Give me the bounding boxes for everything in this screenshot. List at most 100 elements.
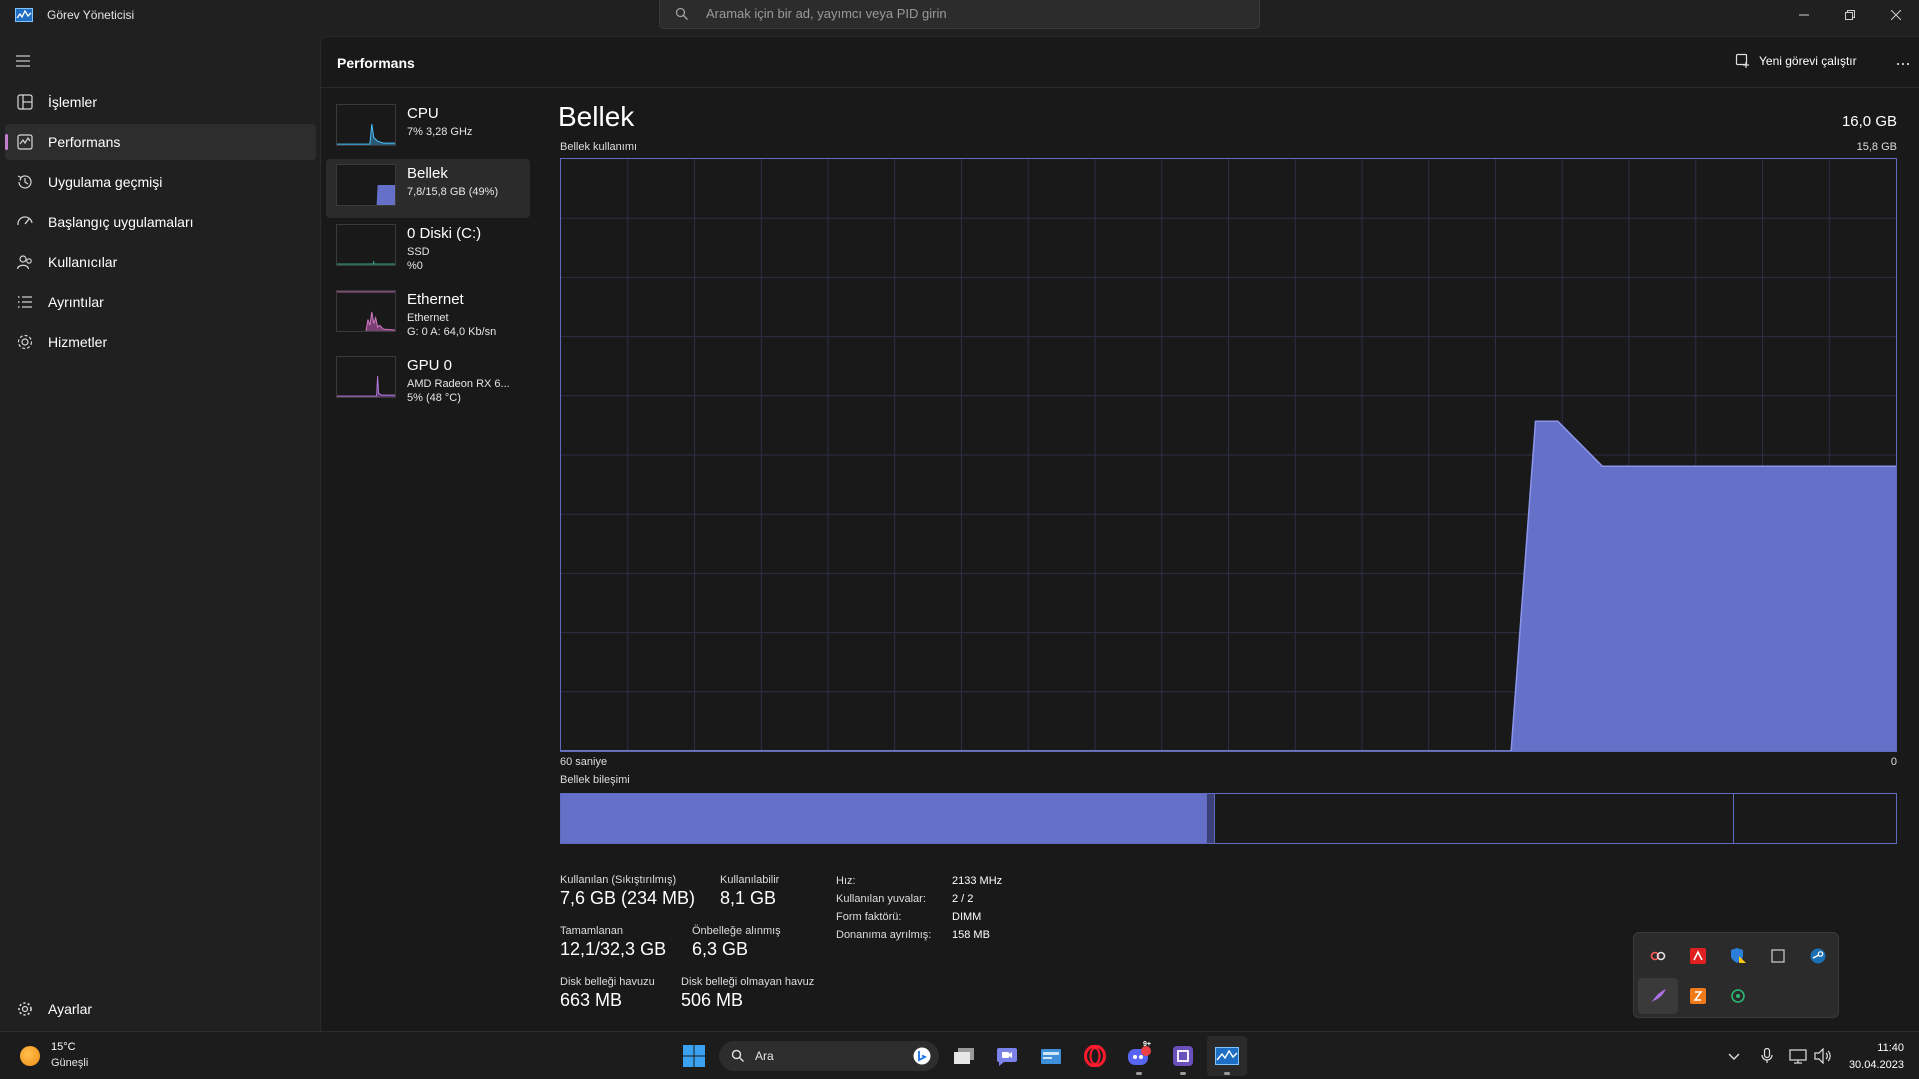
sidebar-item-settings[interactable]: Ayarlar <box>5 991 316 1027</box>
slots-label: Kullanılan yuvalar: <box>836 893 926 905</box>
device-item-disk[interactable]: 0 Diski (C:) SSD %0 <box>326 219 530 278</box>
speed-label: Hız: <box>836 875 856 887</box>
device-item-cpu[interactable]: CPU 7% 3,28 GHz <box>326 99 530 158</box>
in-use-label: Kullanılan (Sıkıştırılmış) <box>560 874 677 886</box>
tray-item[interactable] <box>1678 978 1718 1014</box>
sidebar-item-label: Başlangıç uygulamaları <box>48 214 194 230</box>
minimize-button[interactable] <box>1781 0 1827 30</box>
paged-pool-value: 663 MB <box>560 990 623 1010</box>
sun-icon[interactable] <box>20 1046 40 1066</box>
device-name: Ethernet <box>407 291 464 308</box>
chat-icon <box>997 1048 1017 1066</box>
microphone-button[interactable] <box>1757 1046 1777 1066</box>
task-manager-taskbar-button[interactable] <box>1207 1036 1247 1076</box>
device-name: 0 Diski (C:) <box>407 225 482 242</box>
sidebar-item-label: Performans <box>48 134 121 150</box>
tray-overflow-popup <box>1633 932 1839 1018</box>
clock-date[interactable]: 30.04.2023 <box>1849 1059 1904 1071</box>
sidebar-item-users[interactable]: Kullanıcılar <box>5 244 316 280</box>
discord-button[interactable]: 9+ <box>1119 1036 1159 1076</box>
slots-value: 2 / 2 <box>952 893 974 905</box>
tray-item[interactable] <box>1638 978 1678 1014</box>
sidebar: İşlemler Performans Uygulama geçmişi Baş… <box>0 32 320 1031</box>
search-placeholder: Aramak için bir ad, yayımcı veya PID gir… <box>706 6 947 21</box>
committed-label: Tamamlanan <box>560 925 623 937</box>
search-input[interactable]: Aramak için bir ad, yayımcı veya PID gir… <box>659 0 1260 29</box>
tray-item[interactable] <box>1758 938 1798 974</box>
performance-icon <box>17 134 33 150</box>
gear-icon <box>18 1002 32 1016</box>
cached-label: Önbelleğe alınmış <box>692 925 781 937</box>
restore-icon <box>1845 10 1855 20</box>
restore-button[interactable] <box>1827 0 1873 30</box>
taskbar: 15°C Güneşli Ara 9+ 11:40 30.04.2023 <box>0 1031 1919 1079</box>
run-task-label: Yeni görevi çalıştır <box>1759 54 1857 68</box>
committed-value: 12,1/32,3 GB <box>560 939 667 959</box>
more-icon: ... <box>1895 49 1911 69</box>
running-indicator <box>1180 1072 1186 1075</box>
tray-item[interactable] <box>1718 938 1758 974</box>
sidebar-item-label: Kullanıcılar <box>48 254 118 270</box>
app-button[interactable] <box>1163 1036 1203 1076</box>
taskbar-search-box[interactable]: Ara <box>719 1041 939 1071</box>
memory-thumbnail-graph <box>336 164 396 206</box>
sidebar-item-services[interactable]: Hizmetler <box>5 324 316 360</box>
opera-icon <box>1084 1045 1106 1067</box>
sidebar-item-label: Uygulama geçmişi <box>48 174 163 190</box>
tray-item[interactable] <box>1638 938 1678 974</box>
form-factor-value: DIMM <box>952 911 982 923</box>
composition-in-use <box>561 794 1206 843</box>
hamburger-menu-icon[interactable] <box>14 54 34 68</box>
cpu-thumbnail-graph <box>336 104 396 146</box>
tray-item[interactable] <box>1718 978 1758 1014</box>
task-view-button[interactable] <box>944 1036 984 1076</box>
sidebar-item-processes[interactable]: İşlemler <box>5 84 316 120</box>
more-options-button[interactable]: ... <box>1890 49 1916 73</box>
bing-icon <box>913 1047 931 1065</box>
device-item-memory[interactable]: Bellek 7,8/15,8 GB (49%) <box>326 159 530 218</box>
run-new-task-button[interactable]: Yeni görevi çalıştır <box>1735 46 1857 76</box>
header-divider <box>321 87 1919 88</box>
nonpaged-pool-label: Disk belleği olmayan havuz <box>681 976 815 988</box>
speaker-icon <box>1814 1048 1831 1064</box>
sidebar-item-app-history[interactable]: Uygulama geçmişi <box>5 164 316 200</box>
x-axis-right-label: 0 <box>1890 756 1897 768</box>
tray-item[interactable] <box>1798 938 1838 974</box>
nonpaged-pool-value: 506 MB <box>681 990 744 1010</box>
teams-chat-button[interactable] <box>987 1036 1027 1076</box>
volume-button[interactable] <box>1813 1046 1833 1066</box>
amd-software-icon <box>1690 948 1706 964</box>
orange-app-icon <box>1690 988 1706 1004</box>
composition-modified <box>1206 794 1214 843</box>
close-button[interactable] <box>1873 0 1919 30</box>
file-explorer-button[interactable] <box>1031 1036 1071 1076</box>
task-manager-icon <box>1215 1047 1239 1065</box>
disk-thumbnail-graph <box>336 224 396 266</box>
memory-usage-graph <box>560 158 1897 752</box>
weather-temperature[interactable]: 15°C <box>51 1041 76 1053</box>
device-item-ethernet[interactable]: Ethernet Ethernet G: 0 A: 64,0 Kb/sn <box>326 285 530 344</box>
device-detail: Ethernet <box>407 312 449 324</box>
users-icon <box>16 255 32 270</box>
device-detail: %0 <box>407 260 423 272</box>
clock-time[interactable]: 11:40 <box>1877 1042 1904 1054</box>
start-button[interactable] <box>674 1036 714 1076</box>
discord-badge: 9+ <box>1143 1041 1151 1048</box>
x-axis-left-label: 60 saniye <box>560 756 608 768</box>
usage-graph-label: Bellek kullanımı <box>560 141 638 153</box>
sidebar-item-details[interactable]: Ayrıntılar <box>5 284 316 320</box>
network-button[interactable] <box>1788 1046 1808 1066</box>
sidebar-item-label: Ayrıntılar <box>48 294 104 310</box>
device-item-gpu[interactable]: GPU 0 AMD Radeon RX 6... 5% (48 °C) <box>326 351 530 410</box>
startup-apps-icon <box>17 216 33 226</box>
sidebar-item-startup-apps[interactable]: Başlangıç uygulamaları <box>5 204 316 240</box>
opera-button[interactable] <box>1075 1036 1115 1076</box>
show-hidden-icons-button[interactable] <box>1724 1046 1744 1066</box>
memory-composition-bar <box>560 793 1897 844</box>
purple-app-icon <box>1173 1046 1193 1066</box>
sidebar-item-performance[interactable]: Performans <box>5 124 316 160</box>
search-icon <box>675 7 688 20</box>
sidebar-item-label: İşlemler <box>48 94 98 110</box>
weather-description[interactable]: Güneşli <box>51 1057 88 1069</box>
tray-item[interactable] <box>1678 938 1718 974</box>
